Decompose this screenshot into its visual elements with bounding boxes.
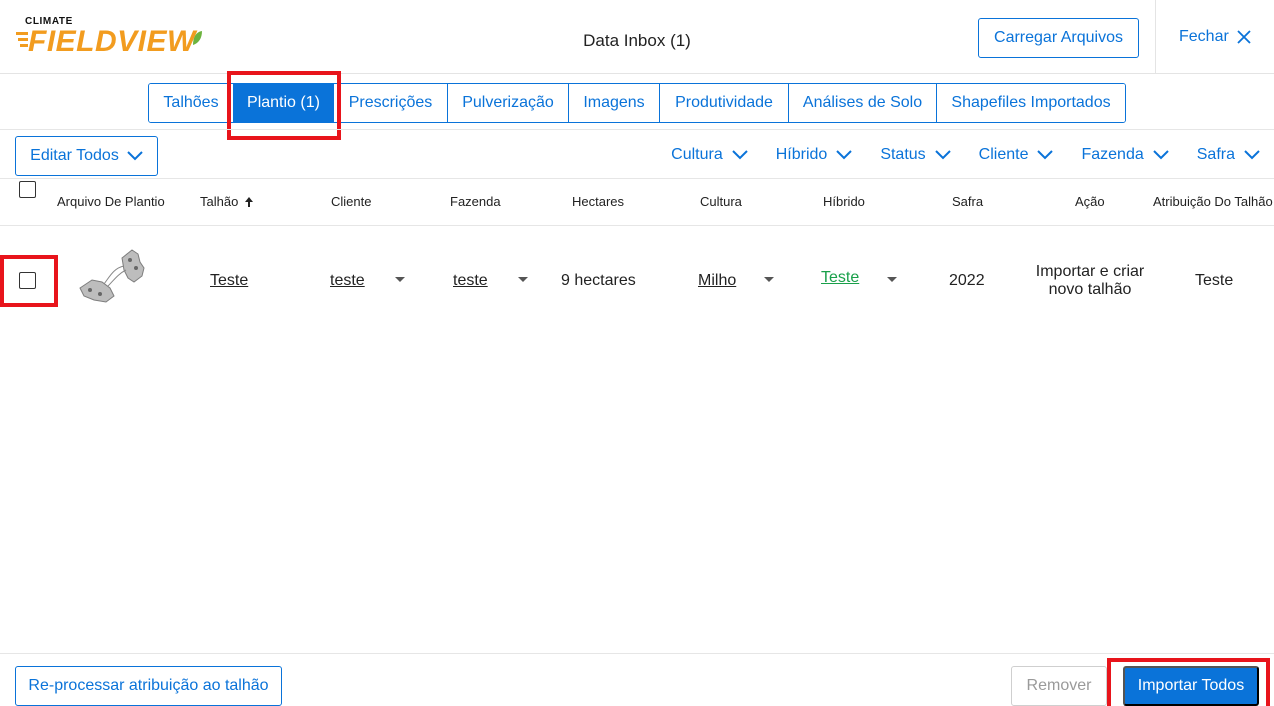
edit-all-button[interactable]: Editar Todos [15,136,158,176]
cell-hibrido[interactable]: Teste [821,269,859,287]
tab-analises-de-solo[interactable]: Análises de Solo [789,84,937,122]
hibrido-dropdown-caret-icon[interactable] [887,277,897,282]
reprocess-assignment-button[interactable]: Re-processar atribuição ao talhão [15,666,282,706]
filter-fazenda[interactable]: Fazenda [1081,146,1169,164]
upload-files-button[interactable]: Carregar Arquivos [978,18,1139,58]
edit-all-label: Editar Todos [30,147,119,164]
filter-cliente[interactable]: Cliente [979,146,1054,164]
filter-status[interactable]: Status [880,146,951,164]
tab-imagens[interactable]: Imagens [569,84,660,122]
filter-safra[interactable]: Safra [1197,146,1260,164]
cell-talhao[interactable]: Teste [210,272,248,290]
column-header-hibrido: Híbrido [823,194,865,209]
column-header-atribuicao: Atribuição Do Talhão [1153,194,1273,209]
filter-hibrido[interactable]: Híbrido [776,146,853,164]
fazenda-dropdown-caret-icon[interactable] [518,277,528,282]
column-header-acao: Ação [1075,194,1105,209]
filter-label: Safra [1196,146,1235,163]
divider [0,129,1274,130]
cell-cliente[interactable]: teste [330,272,365,290]
acao-line-1: Importar e criar [1035,263,1145,280]
tab-plantio[interactable]: Plantio (1) [234,84,334,122]
filter-label: Híbrido [775,146,828,163]
filter-label: Fazenda [1081,146,1144,163]
column-header-fazenda: Fazenda [450,194,501,209]
chevron-down-icon [1244,150,1260,160]
close-icon [1237,30,1251,44]
remove-button[interactable]: Remover [1011,666,1107,706]
chevron-down-icon [1037,150,1054,160]
tab-bar: Talhões Plantio (1) Prescrições Pulveriz… [148,83,1126,123]
tab-prescricoes[interactable]: Prescrições [334,84,448,122]
column-header-label: Talhão [200,194,239,209]
chevron-down-icon [836,150,853,160]
header-divider [1155,0,1156,74]
cell-fazenda[interactable]: teste [453,272,488,290]
tab-pulverizacao[interactable]: Pulverização [448,84,569,122]
tab-shapefiles-importados[interactable]: Shapefiles Importados [937,84,1125,122]
filter-bar: Cultura Híbrido Status Cliente Fazenda S… [643,146,1260,164]
chevron-down-icon [127,151,143,161]
filter-label: Status [880,146,926,163]
filter-cultura[interactable]: Cultura [671,146,748,164]
tab-talhoes[interactable]: Talhões [149,84,234,122]
select-all-checkbox[interactable] [19,181,36,198]
divider [0,225,1274,226]
tab-produtividade[interactable]: Produtividade [660,84,789,122]
chevron-down-icon [732,150,748,160]
column-header-arquivo: Arquivo De Plantio [57,194,165,209]
row-checkbox[interactable] [19,272,36,289]
chevron-down-icon [1153,150,1169,160]
column-header-talhao[interactable]: Talhão [200,194,254,209]
column-header-cultura: Cultura [700,194,742,209]
planting-file-thumbnail-icon [79,249,145,303]
close-button[interactable]: Fechar [1179,28,1251,46]
cliente-dropdown-caret-icon[interactable] [395,277,405,282]
filter-label: Cultura [671,146,723,163]
cell-atribuicao: Teste [1195,272,1234,289]
cell-cultura[interactable]: Milho [698,272,736,290]
column-header-safra: Safra [952,194,984,209]
cell-hectares: 9 hectares [561,272,636,289]
column-header-cliente: Cliente [331,194,372,209]
cultura-dropdown-caret-icon[interactable] [764,277,774,282]
acao-line-2: novo talhão [1048,281,1132,298]
column-header-hectares: Hectares [572,194,625,209]
sort-ascending-icon [245,196,254,207]
app-header: CLIMATE FIELDVIEW Data Inbox (1) Carrega… [0,0,1274,74]
close-label: Fechar [1179,28,1229,45]
filter-label: Cliente [978,146,1029,163]
cell-acao: Importar e criar novo talhão [1030,263,1150,299]
chevron-down-icon [934,150,951,160]
import-all-button[interactable]: Importar Todos [1123,666,1259,706]
divider [0,653,1274,654]
cell-safra: 2022 [949,272,985,289]
divider [0,178,1274,179]
